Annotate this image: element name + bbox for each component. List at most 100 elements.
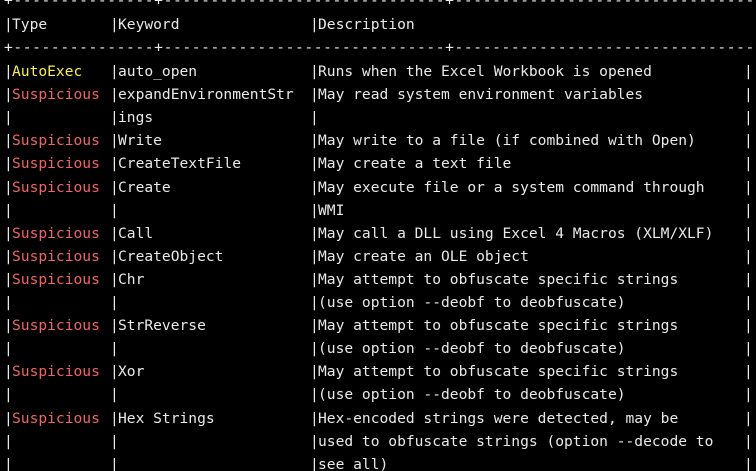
- column-separator: |: [310, 155, 319, 173]
- column-separator: |: [744, 455, 753, 471]
- description-cell: (use option --deobf to deobfuscate): [318, 386, 626, 404]
- column-separator: |: [4, 178, 13, 196]
- column-separator: |: [744, 409, 753, 427]
- description-cell: May call a DLL using Excel 4 Macros (XLM…: [318, 224, 714, 242]
- column-separator: |: [110, 386, 119, 404]
- description-cell: May create a text file: [318, 155, 512, 173]
- column-separator: |: [744, 63, 753, 80]
- description-cell: Runs when the Excel Workbook is opened: [318, 63, 652, 80]
- column-separator: |: [744, 270, 753, 288]
- table-header-row: | Type | Keyword | Description: [4, 13, 415, 36]
- column-separator: |: [110, 455, 119, 471]
- column-separator: |: [744, 363, 753, 381]
- column-separator: |: [4, 455, 13, 471]
- column-separator: |: [4, 317, 13, 335]
- column-separator: |: [744, 432, 753, 450]
- type-cell: Suspicious: [12, 270, 100, 288]
- column-separator: |: [744, 317, 753, 335]
- description-cell: used to obfuscate strings (option --deco…: [318, 432, 714, 450]
- column-separator: |: [744, 201, 753, 219]
- column-separator: |: [744, 247, 753, 265]
- description-cell: May create an OLE object: [318, 247, 529, 265]
- terminal-window: +---------------+-----------------------…: [0, 0, 756, 471]
- type-cell: Suspicious: [12, 409, 100, 427]
- column-separator: |: [310, 201, 319, 219]
- description-cell: May attempt to obfuscate specific string…: [318, 317, 679, 335]
- column-separator: |: [110, 270, 119, 288]
- column-separator: |: [110, 16, 119, 33]
- keyword-cell: Xor: [118, 363, 145, 381]
- column-separator: |: [110, 432, 119, 450]
- column-separator: |: [310, 16, 319, 33]
- keyword-cell: ings: [118, 109, 154, 127]
- column-separator: |: [310, 386, 319, 404]
- column-separator: |: [4, 201, 13, 219]
- table-top-border: +---------------+-----------------------…: [4, 0, 756, 9]
- description-cell: May write to a file (if combined with Op…: [318, 132, 696, 150]
- column-separator: |: [4, 109, 13, 127]
- column-separator: |: [744, 109, 753, 127]
- keyword-cell: Chr: [118, 270, 145, 288]
- column-separator: |: [110, 86, 119, 104]
- column-separator: |: [310, 224, 319, 242]
- column-separator: |: [744, 340, 753, 358]
- column-separator: |: [4, 363, 13, 381]
- type-cell: Suspicious: [12, 247, 100, 265]
- column-separator: |: [110, 409, 119, 427]
- column-separator: |: [4, 409, 13, 427]
- column-separator: |: [310, 86, 319, 104]
- column-separator: |: [744, 86, 753, 104]
- column-separator: |: [310, 317, 319, 335]
- column-separator: |: [310, 247, 319, 265]
- type-cell: Suspicious: [12, 155, 100, 173]
- column-separator: |: [110, 224, 119, 242]
- type-cell: Suspicious: [12, 178, 100, 196]
- column-separator: |: [310, 363, 319, 381]
- column-separator: |: [4, 340, 13, 358]
- column-separator: |: [310, 432, 319, 450]
- keyword-cell: expandEnvironmentStr: [118, 86, 294, 104]
- description-cell: May attempt to obfuscate specific string…: [318, 363, 679, 381]
- keyword-cell: Create: [118, 178, 171, 196]
- column-separator: |: [310, 63, 319, 80]
- header-description: Description: [318, 16, 415, 33]
- column-separator: |: [4, 432, 13, 450]
- type-cell: Suspicious: [12, 224, 100, 242]
- column-separator: |: [110, 317, 119, 335]
- column-separator: |: [744, 386, 753, 404]
- column-separator: |: [4, 63, 13, 80]
- column-separator: |: [744, 294, 753, 311]
- column-separator: |: [4, 294, 13, 311]
- type-cell: Suspicious: [12, 317, 100, 335]
- column-separator: |: [4, 155, 13, 173]
- column-separator: |: [310, 340, 319, 358]
- description-cell: May attempt to obfuscate specific string…: [318, 270, 679, 288]
- type-cell: Suspicious: [12, 132, 100, 150]
- column-separator: |: [110, 294, 119, 311]
- column-separator: |: [4, 132, 13, 150]
- column-separator: |: [110, 63, 119, 80]
- table-header-border: +---------------+-----------------------…: [4, 39, 756, 56]
- column-separator: |: [110, 132, 119, 150]
- column-separator: |: [110, 201, 119, 219]
- column-separator: |: [110, 340, 119, 358]
- column-separator: |: [310, 109, 319, 127]
- keyword-cell: CreateObject: [118, 247, 224, 265]
- description-cell: May execute file or a system command thr…: [318, 178, 705, 196]
- column-separator: |: [310, 409, 319, 427]
- description-cell: see all): [318, 455, 389, 471]
- header-type: Type: [12, 16, 48, 33]
- description-cell: Hex-encoded strings were detected, may b…: [318, 409, 679, 427]
- keyword-cell: Hex Strings: [118, 409, 215, 427]
- column-separator: |: [4, 86, 13, 104]
- type-cell: AutoExec: [12, 63, 83, 80]
- description-cell: (use option --deobf to deobfuscate): [318, 294, 626, 311]
- type-cell: Suspicious: [12, 363, 100, 381]
- column-separator: |: [110, 363, 119, 381]
- column-separator: |: [744, 132, 753, 150]
- description-cell: WMI: [318, 201, 345, 219]
- description-cell: (use option --deobf to deobfuscate): [318, 340, 626, 358]
- column-separator: |: [310, 178, 319, 196]
- column-separator: |: [4, 16, 13, 33]
- column-separator: |: [110, 155, 119, 173]
